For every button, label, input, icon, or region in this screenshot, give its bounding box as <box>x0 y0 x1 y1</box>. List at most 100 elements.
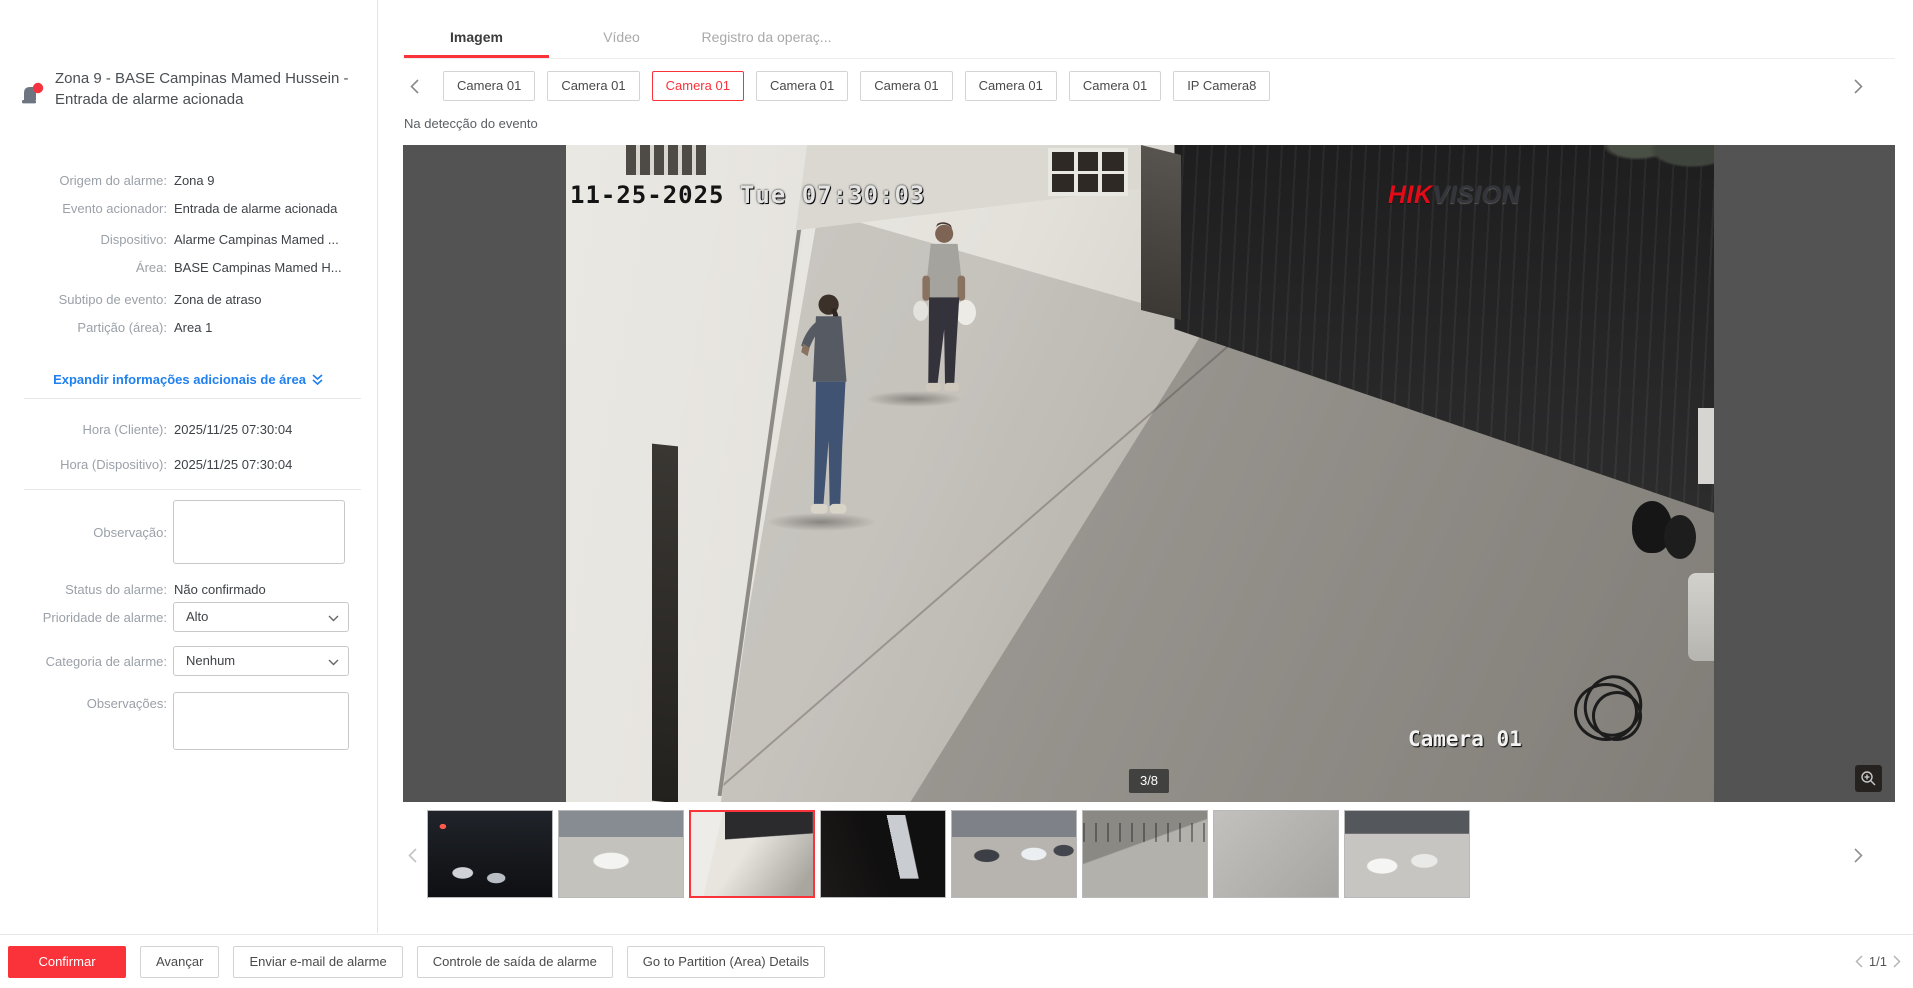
divider <box>24 398 361 399</box>
wall-unit <box>1698 408 1714 484</box>
osd-timestamp: 11-25-2025 Tue 07:30:03 <box>570 181 925 209</box>
camera-chip[interactable]: Camera 01 <box>860 71 952 101</box>
camera-chip[interactable]: Camera 01 <box>443 71 535 101</box>
wall-window-slit <box>652 444 678 802</box>
zoom-in-button[interactable] <box>1855 765 1882 792</box>
camera-scroll-right-button[interactable] <box>1849 71 1867 101</box>
alarm-bell-icon <box>20 81 48 107</box>
person-man <box>909 222 976 403</box>
page-prev-icon[interactable] <box>1855 955 1863 968</box>
far-window <box>1048 148 1128 196</box>
osd-time: Tue 07:30:03 <box>740 181 925 209</box>
send-alarm-email-button[interactable]: Enviar e-mail de alarme <box>233 946 402 978</box>
prioridade-label: Prioridade de alarme: <box>0 610 167 625</box>
osd-date: 11-25-2025 <box>570 181 725 209</box>
double-chevron-down-icon <box>311 373 324 386</box>
magnifier-plus-icon <box>1860 770 1877 787</box>
confirm-button[interactable]: Confirmar <box>8 946 126 978</box>
image-viewer: 11-25-2025 Tue 07:30:03 HIKVISION Camera… <box>403 145 1895 802</box>
alarm-sidebar: Zona 9 - BASE Campinas Mamed Hussein - E… <box>0 0 378 933</box>
alarm-header: Zona 9 - BASE Campinas Mamed Hussein - E… <box>20 68 350 110</box>
chevron-right-icon <box>1854 79 1863 94</box>
camera-scroll-left-button[interactable] <box>405 71 423 101</box>
field-value: Area 1 <box>174 319 366 337</box>
categoria-label: Categoria de alarme: <box>0 654 167 669</box>
thumbnail[interactable] <box>558 810 684 898</box>
surveillance-photo: 11-25-2025 Tue 07:30:03 HIKVISION Camera… <box>566 145 1714 802</box>
expand-area-info-link[interactable]: Expandir informações adicionais de área <box>0 372 377 387</box>
field-value: Zona 9 <box>174 172 366 190</box>
field-label: Dispositivo: <box>0 231 167 249</box>
field-label: Hora (Dispositivo): <box>0 456 167 474</box>
tree-foliage <box>1604 145 1714 191</box>
observacoes-textarea[interactable] <box>173 692 349 750</box>
expand-link-label: Expandir informações adicionais de área <box>53 372 306 387</box>
field-value: BASE Campinas Mamed H... <box>174 259 366 277</box>
thumbnail[interactable] <box>1344 810 1470 898</box>
thumbnail[interactable] <box>427 810 553 898</box>
chevron-right-icon <box>1854 848 1863 863</box>
page-indicator: 1/1 <box>1869 954 1887 969</box>
field-label: Hora (Cliente): <box>0 421 167 439</box>
field-label: Subtipo de evento: <box>0 291 167 309</box>
thumbs-scroll-left-button[interactable] <box>403 840 421 870</box>
prioridade-value: Alto <box>186 609 208 624</box>
camera-chip[interactable]: IP Camera8 <box>1173 71 1270 101</box>
field-value: Alarme Campinas Mamed ... <box>174 231 366 249</box>
thumbnail-list <box>427 810 1470 898</box>
page-next-icon[interactable] <box>1893 955 1901 968</box>
thumbnail[interactable] <box>820 810 946 898</box>
camera-selector-row: Camera 01 Camera 01 Camera 01 Camera 01 … <box>403 71 1895 101</box>
observacoes-label: Observações: <box>0 696 167 711</box>
status-value: Não confirmado <box>174 582 266 597</box>
trash-bag <box>1664 515 1696 559</box>
chevron-down-icon <box>328 659 339 666</box>
camera-chip[interactable]: Camera 01 <box>756 71 848 101</box>
tab-imagem[interactable]: Imagem <box>404 22 549 58</box>
alarm-output-control-button[interactable]: Controle de saída de alarme <box>417 946 613 978</box>
chevron-down-icon <box>328 615 339 622</box>
alarm-title: Zona 9 - BASE Campinas Mamed Hussein - E… <box>55 68 350 110</box>
field-value: Zona de atraso <box>174 291 366 309</box>
thumbnail[interactable] <box>1213 810 1339 898</box>
prioridade-select[interactable]: Alto <box>173 602 349 632</box>
chevron-left-icon <box>408 848 417 863</box>
thumbnail[interactable] <box>689 810 815 898</box>
cable-coil <box>1574 673 1646 745</box>
alarm-details-window: { "colors":{"accent_red":"#fa3239","link… <box>0 0 1913 988</box>
thumbnail[interactable] <box>951 810 1077 898</box>
pagination: 1/1 <box>1855 954 1901 969</box>
camera-chip[interactable]: Camera 01 <box>547 71 639 101</box>
go-to-partition-details-button[interactable]: Go to Partition (Area) Details <box>627 946 825 978</box>
field-label: Evento acionador: <box>0 200 167 218</box>
tab-video[interactable]: Vídeo <box>549 22 694 58</box>
categoria-select[interactable]: Nenhum <box>173 646 349 676</box>
camera-chip[interactable]: Camera 01 <box>965 71 1057 101</box>
observacao-label: Observação: <box>0 525 167 540</box>
status-label: Status do alarme: <box>0 582 167 597</box>
camera-chip[interactable]: Camera 01 <box>1069 71 1161 101</box>
osd-camera-name: Camera 01 <box>1408 727 1522 751</box>
field-value: Entrada de alarme acionada <box>174 200 366 218</box>
wall-top-grille <box>626 145 706 175</box>
hikvision-logo: HIKVISION <box>1388 181 1520 210</box>
field-label: Origem do alarme: <box>0 172 167 190</box>
next-button[interactable]: Avançar <box>140 946 219 978</box>
gate-pillar <box>1141 145 1181 320</box>
camera-chip[interactable]: Camera 01 <box>652 71 744 101</box>
thumbs-scroll-right-button[interactable] <box>1849 840 1867 870</box>
camera-chip-list: Camera 01 Camera 01 Camera 01 Camera 01 … <box>443 71 1270 101</box>
image-page-indicator: 3/8 <box>1129 769 1169 793</box>
main-panel: Imagem Vídeo Registro da operaç... Camer… <box>378 0 1913 933</box>
tabs-bar: Imagem Vídeo Registro da operaç... <box>403 22 1895 59</box>
categoria-value: Nenhum <box>186 653 235 668</box>
field-label: Área: <box>0 259 167 277</box>
thumbnail[interactable] <box>1082 810 1208 898</box>
tab-registro-operacao[interactable]: Registro da operaç... <box>694 22 839 58</box>
person-woman <box>799 293 854 525</box>
field-label: Partição (área): <box>0 319 167 337</box>
divider <box>24 489 361 490</box>
field-value: 2025/11/25 07:30:04 <box>174 456 366 474</box>
event-caption: Na detecção do evento <box>404 116 538 131</box>
observacao-textarea[interactable] <box>173 500 345 564</box>
